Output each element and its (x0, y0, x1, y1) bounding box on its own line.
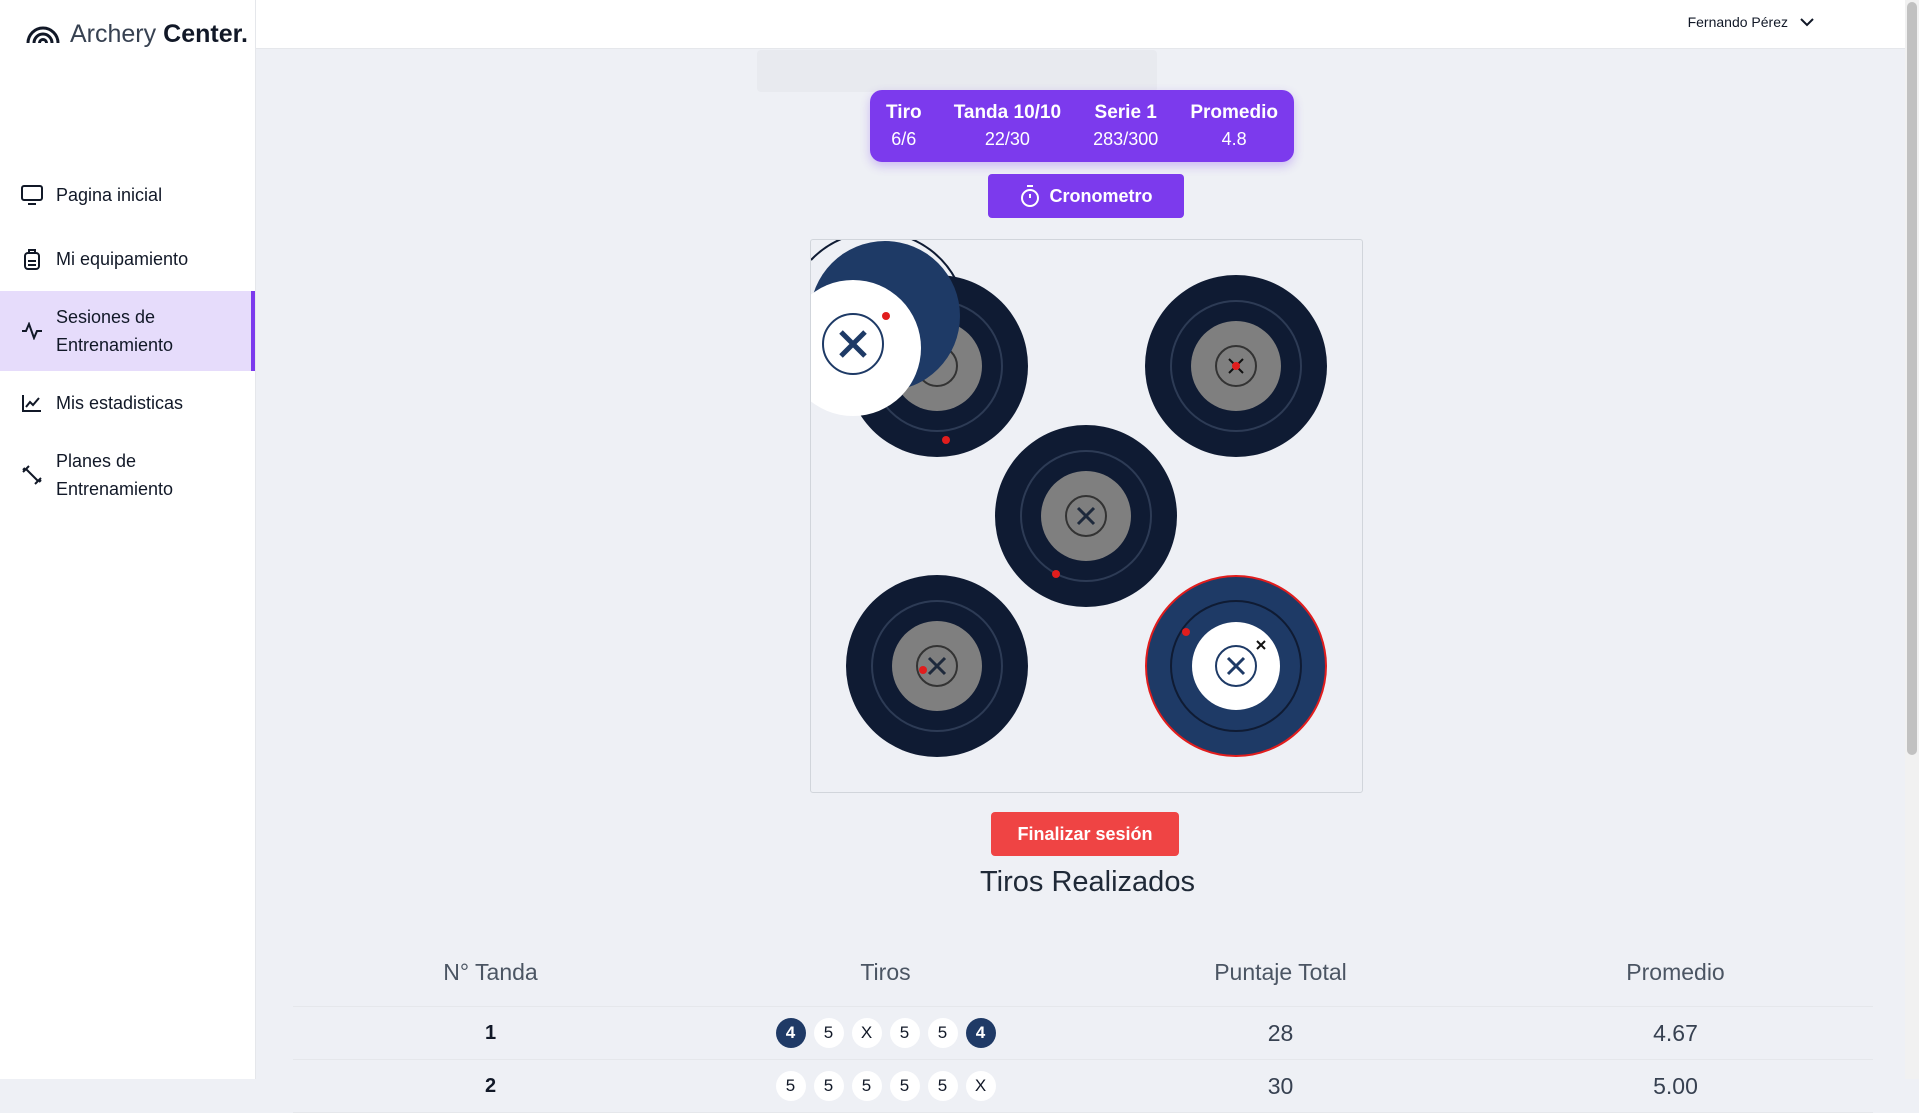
shot-badge: 5 (775, 1071, 806, 1101)
brand-bold: Center. (163, 20, 248, 48)
shots-table: N° Tanda Tiros Puntaje Total Promedio 1 … (293, 938, 1873, 1113)
stopwatch-icon (1020, 185, 1039, 207)
header-puntaje: Puntaje Total (1214, 958, 1347, 985)
cronometro-button[interactable]: Cronometro (988, 174, 1184, 218)
tanda-number: 1 (484, 1021, 497, 1044)
sidebar-item-label: Sesiones de Entrenamiento (56, 307, 174, 355)
targets-canvas[interactable] (811, 240, 1362, 792)
dumbbell-icon (20, 463, 44, 487)
arrow-hit (1232, 362, 1240, 370)
table-row[interactable]: 2 5 5 5 5 5 X 30 5.00 (293, 1060, 1873, 1113)
shot-badge: 5 (813, 1071, 844, 1101)
stat-promedio: Promedio 4.8 (1190, 102, 1278, 149)
shot-badge: 4 (775, 1018, 806, 1048)
sidebar-item-mi-equipamiento[interactable]: Mi equipamiento (0, 227, 255, 291)
tiros-realizados-title: Tiros Realizados (980, 866, 1195, 898)
shot-badge: 5 (813, 1018, 844, 1048)
puntaje-total: 30 (1267, 1072, 1294, 1099)
shot-badge: X (965, 1071, 996, 1101)
target-5-selected[interactable] (1145, 575, 1327, 757)
promedio-value: 4.67 (1653, 1019, 1698, 1046)
sidebar-item-label: Pagina inicial (56, 185, 163, 205)
session-stats: Tiro 6/6 Tanda 10/10 22/30 Serie 1 283/300 … (870, 90, 1294, 162)
tanda-number: 2 (484, 1074, 497, 1097)
activity-icon (20, 319, 44, 343)
sidebar-item-sesiones[interactable]: Sesiones de Entrenamiento (0, 291, 255, 371)
finalizar-sesion-button[interactable]: Finalizar sesión (991, 812, 1179, 856)
sidebar-item-label: Mis estadisticas (56, 393, 184, 413)
topbar: Fernando Pérez (256, 0, 1919, 49)
sidebar-item-pagina-inicial[interactable]: Pagina inicial (0, 163, 255, 227)
sidebar: Archery Center. Pagina inicial Mi equipa… (0, 0, 256, 1079)
sidebar-item-label: Planes de Entrenamiento (56, 451, 174, 499)
shot-badge: 5 (927, 1071, 958, 1101)
header-tiros: Tiros (860, 958, 911, 985)
user-name: Fernando Pérez (1687, 14, 1788, 30)
sidebar-item-mis-estadisticas[interactable]: Mis estadisticas (0, 371, 255, 435)
puntaje-total: 28 (1267, 1019, 1294, 1046)
shot-badge: 5 (889, 1071, 920, 1101)
user-menu[interactable]: Fernando Pérez (1688, 14, 1814, 30)
target-4[interactable] (846, 575, 1028, 757)
stat-serie: Serie 1 283/300 (1093, 102, 1159, 149)
promedio-value: 5.00 (1653, 1072, 1698, 1099)
brand-light: Archery (70, 20, 157, 48)
scrollbar-thumb[interactable] (1907, 2, 1917, 755)
shot-badge: 5 (889, 1018, 920, 1048)
target-panel[interactable] (810, 239, 1363, 793)
shot-badge: 5 (927, 1018, 958, 1048)
chart-icon (20, 391, 44, 415)
brand-logo[interactable]: Archery Center. (26, 20, 248, 49)
cronometro-label: Cronometro (1049, 185, 1153, 206)
target-3[interactable] (995, 425, 1177, 607)
archery-logo-icon (26, 26, 60, 43)
shot-list: 5 5 5 5 5 X (688, 1071, 1083, 1101)
chevron-down-icon (1800, 17, 1814, 26)
arrow-hit (919, 666, 927, 674)
page-scrollbar[interactable] (1905, 0, 1919, 1079)
table-row[interactable]: 1 4 5 X 5 5 4 28 4.67 (293, 1007, 1873, 1060)
toast-placeholder (757, 50, 1157, 92)
shot-badge: 4 (965, 1018, 996, 1048)
monitor-icon (20, 183, 44, 207)
table-header: N° Tanda Tiros Puntaje Total Promedio (293, 938, 1873, 1007)
shot-list: 4 5 X 5 5 4 (688, 1018, 1083, 1048)
arrow-hit (942, 436, 950, 444)
backpack-icon (20, 247, 44, 271)
stat-tanda: Tanda 10/10 22/30 (953, 102, 1062, 149)
arrow-hit (1182, 628, 1190, 636)
header-tanda: N° Tanda (443, 958, 538, 985)
target-2[interactable] (1145, 275, 1327, 457)
sidebar-item-label: Mi equipamiento (56, 249, 189, 269)
sidebar-item-planes[interactable]: Planes de Entrenamiento (0, 435, 255, 515)
shot-badge: X (851, 1018, 882, 1048)
header-promedio: Promedio (1626, 958, 1725, 985)
sidebar-nav: Pagina inicial Mi equipamiento Sesiones … (0, 163, 255, 515)
shot-badge: 5 (851, 1071, 882, 1101)
arrow-hit (1052, 570, 1060, 578)
stat-tiro: Tiro 6/6 (886, 102, 922, 149)
